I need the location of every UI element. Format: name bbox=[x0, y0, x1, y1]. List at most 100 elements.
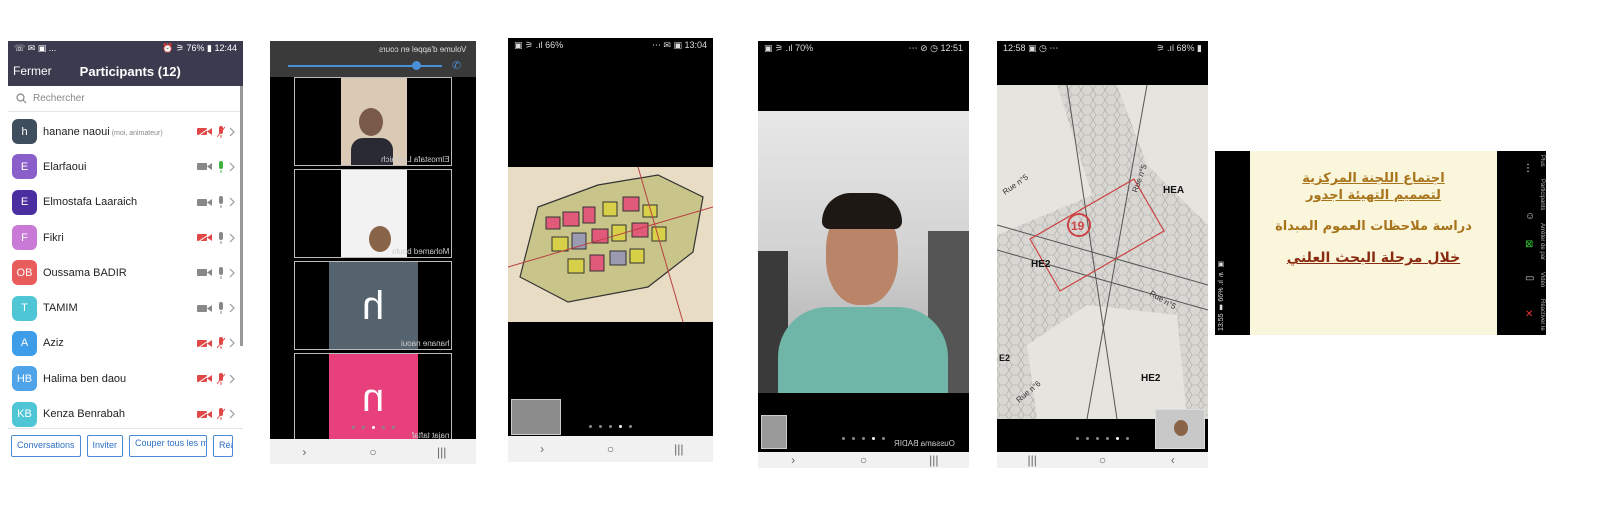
recents-icon[interactable]: ||| bbox=[427, 445, 457, 459]
self-video-thumbnail[interactable] bbox=[511, 399, 561, 435]
self-video-thumbnail[interactable] bbox=[761, 415, 787, 449]
mic-muted-icon[interactable] bbox=[217, 337, 225, 350]
camera-off-icon[interactable] bbox=[197, 233, 213, 243]
participants-icon[interactable]: ☺ bbox=[1525, 211, 1535, 222]
back-icon[interactable]: › bbox=[527, 442, 557, 456]
home-icon[interactable]: ○ bbox=[358, 445, 388, 459]
chevron-right-icon[interactable] bbox=[229, 338, 235, 348]
volume-handle[interactable] bbox=[412, 61, 421, 70]
slide-line: اجتماع اللجنة المركزية bbox=[1302, 171, 1445, 186]
camera-icon[interactable] bbox=[197, 198, 213, 207]
participant-name: Elarfaoui bbox=[43, 161, 88, 173]
camera-off-icon[interactable] bbox=[197, 338, 213, 348]
zone-label: HE2 bbox=[1141, 373, 1161, 384]
chevron-right-icon[interactable] bbox=[229, 127, 235, 137]
chevron-right-icon[interactable] bbox=[229, 374, 235, 384]
zoning-map-detail[interactable]: 19 HEA HE2 HE2 E2 Rue n°5 Rue n°5 Rue n°… bbox=[997, 85, 1208, 419]
camera-off-icon[interactable] bbox=[197, 409, 213, 419]
speaker-name: Oussama BADIR bbox=[894, 439, 955, 448]
participant-row[interactable]: OB Oussama BADIR bbox=[8, 255, 243, 290]
recents-icon[interactable]: ||| bbox=[1017, 453, 1047, 467]
search-bar[interactable]: Rechercher bbox=[8, 86, 243, 112]
mic-muted-icon[interactable] bbox=[217, 408, 225, 421]
microphone-icon[interactable] bbox=[217, 302, 225, 315]
participant-row[interactable]: h hanane naoui (moi, animateur) bbox=[8, 114, 243, 149]
participant-row[interactable]: F Fikri bbox=[8, 220, 243, 255]
tile-name: hanane naoui bbox=[400, 339, 450, 348]
mic-muted-icon[interactable]: ✕ bbox=[1525, 309, 1533, 320]
mic-muted-icon[interactable] bbox=[217, 372, 225, 385]
slide-line: لتصميم التهيئة اجدور bbox=[1306, 188, 1441, 203]
participant-row[interactable]: KB Kenza Benrabah bbox=[8, 396, 243, 431]
home-icon[interactable]: ○ bbox=[595, 442, 625, 456]
share-icon[interactable]: ⊠ bbox=[1525, 239, 1533, 250]
self-video-thumbnail[interactable] bbox=[1155, 409, 1205, 449]
avatar: OB bbox=[12, 260, 37, 286]
bottom-toolbar: Conversations Inviter Couper tous les mi… bbox=[8, 428, 243, 462]
toolbar-labels: Plus Participants Arrêter de par Vidéo R… bbox=[1535, 155, 1545, 331]
speaker-view-screen: ▣ ⚞ .ıl 70% ⋯ ⊘ ◷ 12:51 Oussama BADIR › … bbox=[758, 41, 969, 468]
search-input[interactable]: Rechercher bbox=[33, 93, 85, 104]
camera-icon[interactable] bbox=[197, 304, 213, 313]
page-title: Participants (12) bbox=[79, 63, 181, 79]
participant-row[interactable]: T TAMIM bbox=[8, 290, 243, 325]
recents-icon[interactable]: ||| bbox=[919, 453, 949, 467]
zoning-map[interactable] bbox=[508, 167, 713, 322]
avatar: T bbox=[12, 295, 37, 321]
mute-all-button[interactable]: Couper tous les micros bbox=[129, 434, 208, 457]
participant-row[interactable]: HB Halima ben daou bbox=[8, 361, 243, 396]
close-button[interactable]: Fermer bbox=[13, 64, 52, 78]
video-icon[interactable]: ▭ bbox=[1525, 273, 1534, 284]
back-icon[interactable]: › bbox=[289, 445, 319, 459]
status-left: ▣ ⚞ .ıl 66% bbox=[514, 40, 564, 50]
status-bar: ▣ ⚞ .ıl 70% ⋯ ⊘ ◷ 12:51 bbox=[758, 41, 969, 56]
camera-icon[interactable] bbox=[197, 162, 213, 171]
avatar-initials: h bbox=[21, 125, 28, 138]
microphone-icon[interactable] bbox=[217, 196, 225, 209]
camera-icon[interactable] bbox=[197, 268, 213, 277]
status-right: ⋯ ✉ ▣ 13:04 bbox=[651, 40, 707, 50]
chevron-right-icon[interactable] bbox=[229, 233, 235, 243]
chevron-right-icon[interactable] bbox=[229, 303, 235, 313]
avatar: E bbox=[12, 154, 37, 180]
presentation-slide[interactable]: اجتماع اللجنة المركزية لتصميم التهيئة اج… bbox=[1250, 151, 1497, 335]
participant-row[interactable]: E Elmostafa Laaraich bbox=[8, 185, 243, 220]
chevron-right-icon[interactable] bbox=[229, 268, 235, 278]
camera-off-icon[interactable] bbox=[197, 374, 213, 384]
gallery-view-mirrored: Volume d'appel en cours ✆ Elmostafa Laar… bbox=[270, 41, 476, 464]
participant-name: Fikri bbox=[43, 232, 66, 244]
back-icon[interactable]: › bbox=[778, 453, 808, 467]
chevron-right-icon[interactable] bbox=[229, 162, 235, 172]
mic-muted-icon[interactable] bbox=[217, 125, 225, 138]
shared-map-zoomed-screen: 12:58 ▣ ◷ ⋯ ⚞ .ıl 68% ▮ 19 HEA HE2 HE2 E… bbox=[997, 41, 1208, 468]
participant-name: Elmostafa Laaraich bbox=[43, 196, 139, 208]
camera-off-icon[interactable] bbox=[197, 127, 213, 137]
more-icon[interactable]: ⋮ bbox=[1523, 163, 1533, 174]
participant-row[interactable]: A Aziz bbox=[8, 326, 243, 361]
chevron-right-icon[interactable] bbox=[229, 197, 235, 207]
participant-name: TAMIM bbox=[43, 302, 80, 314]
chevron-right-icon[interactable] bbox=[229, 409, 235, 419]
participant-row[interactable]: E Elarfaoui bbox=[8, 149, 243, 184]
stop-share-label: Arrêter de par bbox=[1539, 222, 1545, 260]
microphone-icon[interactable] bbox=[217, 266, 225, 279]
recents-icon[interactable]: ||| bbox=[664, 442, 694, 456]
conversations-button[interactable]: Conversations bbox=[11, 434, 81, 457]
microphone-icon[interactable] bbox=[217, 160, 225, 173]
speaker-video[interactable] bbox=[758, 111, 969, 393]
unmute-label: Réactiver le bbox=[1539, 299, 1545, 331]
invite-button[interactable]: Inviter bbox=[86, 434, 124, 457]
home-icon[interactable]: ○ bbox=[848, 453, 878, 467]
video-tile[interactable]: Elmostafa Laaraich bbox=[294, 77, 452, 166]
person-head bbox=[369, 226, 391, 252]
video-tile[interactable]: Mohamed boulo bbox=[294, 169, 452, 258]
video-tile[interactable]: h hanane naoui bbox=[294, 261, 452, 350]
status-left: 12:58 ▣ ◷ ⋯ bbox=[1003, 43, 1059, 53]
home-icon[interactable]: ○ bbox=[1087, 453, 1117, 467]
microphone-icon[interactable] bbox=[217, 231, 225, 244]
avatar-initials: E bbox=[20, 196, 29, 209]
back-icon[interactable]: ‹ bbox=[1158, 453, 1188, 467]
reclaim-button[interactable]: Réa bbox=[213, 434, 234, 457]
person-shirt bbox=[778, 307, 948, 393]
participant-name-text: Oussama BADIR bbox=[43, 266, 127, 279]
